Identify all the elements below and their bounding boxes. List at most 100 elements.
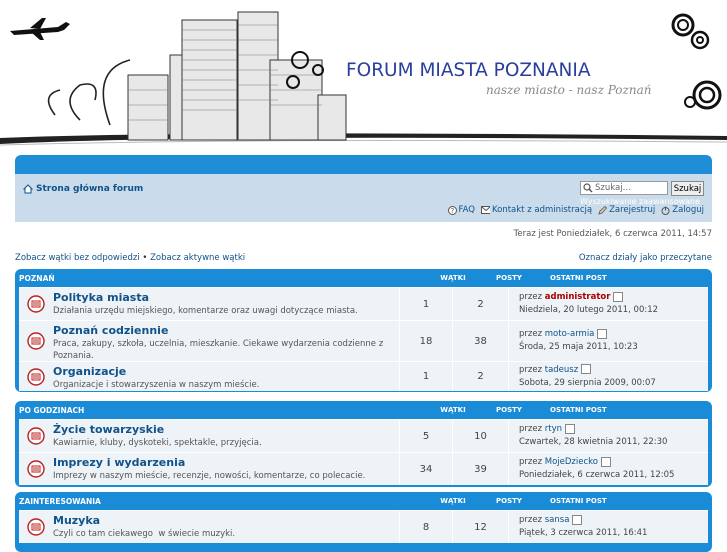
author-link[interactable]: moto-armia [545, 329, 595, 339]
last-post-date: Czwartek, 28 kwietnia 2011, 22:30 [519, 437, 668, 447]
forum-row: Organizacje Organizacje i stowarzyszenia… [19, 361, 708, 391]
faq-label: FAQ [458, 205, 475, 215]
forum-title[interactable]: Organizacje [53, 365, 126, 378]
power-icon [661, 206, 670, 215]
forum-title[interactable]: Poznań codziennie [53, 324, 168, 337]
last-post-header: OSTATNI POST [550, 406, 607, 414]
forum-row: Muzyka Czyli co tam ciekawego w świecie … [19, 510, 708, 543]
forum-row: Imprezy i wydarzenia Imprezy w naszym mi… [19, 452, 708, 485]
login-link[interactable]: Zaloguj [661, 205, 704, 215]
last-post: przez tadeusz Sobota, 29 sierpnia 2009, … [509, 362, 708, 391]
last-post: przez rtyn Czwartek, 28 kwietnia 2011, 2… [509, 420, 708, 452]
posts-count: 10 [453, 420, 509, 452]
author-link[interactable]: rtyn [545, 424, 562, 434]
category-po-godzinach: PO GODZINACH WĄTKI POSTY OSTATNI POST Ży… [15, 401, 712, 487]
current-time: Teraz jest Poniedziałek, 6 czerwca 2011,… [513, 229, 712, 239]
forum-read-icon [27, 460, 45, 478]
forum-description: Imprezy w naszym mieście, recenzje, nowo… [53, 471, 366, 481]
topics-header: WĄTKI [440, 497, 466, 505]
posts-header: POSTY [496, 274, 522, 282]
site-header: FORUM MIASTA POZNANIA nasze miasto - nas… [0, 0, 727, 155]
topics-count: 8 [400, 511, 453, 543]
view-post-icon[interactable] [600, 456, 611, 467]
register-link[interactable]: Zarejestruj [598, 205, 655, 215]
last-post: przez moto-armia Środa, 25 maja 2011, 10… [509, 321, 708, 361]
unanswered-topics-link[interactable]: Zobacz wątki bez odpowiedzi [15, 253, 140, 263]
by-prefix: przez [519, 364, 543, 375]
separator: • [142, 253, 148, 263]
topics-count: 18 [400, 321, 453, 361]
login-label: Zaloguj [672, 205, 704, 215]
posts-header: POSTY [496, 497, 522, 505]
category-title[interactable]: PO GODZINACH [15, 406, 418, 415]
author-link[interactable]: sansa [545, 515, 570, 525]
forum-title[interactable]: Życie towarzyskie [53, 423, 164, 436]
view-post-icon[interactable] [572, 514, 583, 525]
forum-description: Organizacje i stowarzyszenia w naszym mi… [53, 380, 260, 390]
view-post-icon[interactable] [581, 364, 592, 374]
forum-description: Kawiarnie, kluby, dyskoteki, spektakle, … [53, 438, 262, 448]
buildings [127, 11, 347, 141]
forum-read-icon [27, 427, 45, 445]
author-link[interactable]: MojeDziecko [545, 457, 598, 467]
home-link[interactable]: Strona główna forum [23, 184, 143, 194]
last-post-date: Piątek, 3 czerwca 2011, 16:41 [519, 528, 648, 538]
view-post-icon[interactable] [565, 423, 575, 434]
mark-read-link[interactable]: Oznacz działy jako przeczytane [579, 253, 712, 263]
category-zainteresowania: ZAINTERESOWANIA WĄTKI POSTY OSTATNI POST… [15, 492, 712, 552]
category-title[interactable]: ZAINTERESOWANIA [15, 497, 418, 506]
quick-links: Zobacz wątki bez odpowiedzi • Zobacz akt… [15, 253, 245, 263]
topics-header: WĄTKI [440, 406, 466, 414]
category-header: PO GODZINACH WĄTKI POSTY OSTATNI POST [15, 401, 712, 419]
posts-count: 12 [453, 511, 509, 543]
contact-label: Kontakt z administracją [491, 205, 593, 215]
active-topics-link[interactable]: Zobacz aktywne wątki [150, 253, 245, 263]
view-post-icon[interactable] [597, 328, 608, 339]
home-link-label: Strona główna forum [36, 184, 144, 194]
category-header: POZNAŃ WĄTKI POSTY OSTATNI POST [15, 269, 712, 287]
topics-count: 1 [400, 288, 453, 320]
forum-title[interactable]: Muzyka [53, 514, 100, 527]
view-post-icon[interactable] [613, 291, 624, 302]
help-icon: ? [447, 205, 457, 215]
by-prefix: przez [519, 329, 543, 339]
author-link[interactable]: administrator [545, 292, 611, 302]
envelope-icon [480, 205, 490, 214]
topics-count: 34 [400, 453, 453, 485]
contact-link[interactable]: Kontakt z administracją [480, 205, 593, 215]
home-icon [23, 184, 33, 194]
category-title[interactable]: POZNAŃ [15, 274, 418, 283]
search-icon [583, 183, 593, 193]
search-input[interactable]: Szukaj… [580, 181, 668, 195]
topics-header: WĄTKI [440, 274, 466, 282]
by-prefix: przez [519, 424, 543, 434]
svg-text:?: ? [450, 207, 454, 215]
airplane-icon [10, 18, 70, 40]
last-post: przez administrator Niedziela, 20 lutego… [509, 288, 708, 320]
forum-title[interactable]: Imprezy i wydarzenia [53, 456, 185, 469]
nav-links: ? FAQ Kontakt z administracją Zarejestru… [447, 205, 704, 215]
navbar-top-bar [15, 155, 712, 174]
last-post: przez sansa Piątek, 3 czerwca 2011, 16:4… [509, 511, 708, 543]
last-post-date: Niedziela, 20 lutego 2011, 00:12 [519, 305, 659, 315]
forum-read-icon [27, 518, 45, 536]
forum-row: Poznań codziennie Praca, zakupy, szkoła,… [19, 320, 708, 361]
search-button[interactable]: Szukaj [671, 181, 704, 196]
last-post-header: OSTATNI POST [550, 274, 607, 282]
faq-link[interactable]: ? FAQ [447, 205, 475, 215]
forum-title[interactable]: Polityka miasta [53, 291, 149, 304]
by-prefix: przez [519, 457, 543, 467]
site-title: FORUM MIASTA POZNANIA [346, 60, 591, 81]
register-label: Zarejestruj [609, 205, 656, 215]
search-placeholder: Szukaj… [595, 183, 632, 193]
forum-row: Życie towarzyskie Kawiarnie, kluby, dysk… [19, 419, 708, 452]
site-slogan: nasze miasto - nasz Poznań [486, 83, 652, 97]
author-link[interactable]: tadeusz [545, 365, 578, 375]
forum-row: Polityka miasta Działania urzędu miejski… [19, 287, 708, 320]
forum-read-icon [27, 332, 45, 350]
navbar: Strona główna forum Szukaj… Szukaj Wyszu… [15, 174, 712, 223]
topics-count: 5 [400, 420, 453, 452]
last-post-header: OSTATNI POST [550, 497, 607, 505]
last-post-date: Poniedziałek, 6 czerwca 2011, 12:05 [519, 470, 675, 480]
category-poznan: POZNAŃ WĄTKI POSTY OSTATNI POST Polityka… [15, 269, 712, 392]
